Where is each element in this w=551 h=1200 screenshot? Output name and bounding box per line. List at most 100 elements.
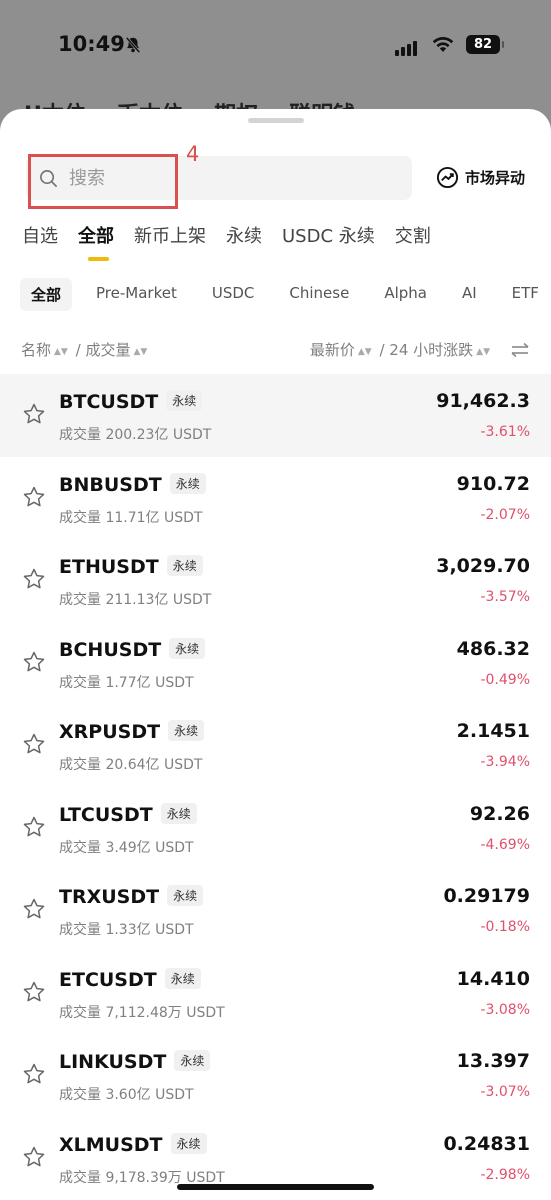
- swap-columns-icon[interactable]: [510, 342, 530, 358]
- star-icon[interactable]: [22, 1145, 46, 1169]
- last-price: 0.29179: [443, 885, 530, 907]
- volume-text: 成交量 3.60亿 USDT: [59, 1087, 194, 1103]
- wifi-icon: [432, 37, 454, 52]
- tab-new-listings[interactable]: 新币上架: [134, 222, 206, 248]
- volume-text: 成交量 1.77亿 USDT: [59, 674, 194, 691]
- star-icon[interactable]: [22, 1062, 46, 1086]
- symbol-text: BNBUSDT: [59, 473, 162, 496]
- star-icon[interactable]: [22, 567, 46, 591]
- column-separator: /: [379, 341, 385, 359]
- sort-name-header[interactable]: 名称: [21, 341, 51, 359]
- star-icon[interactable]: [22, 485, 46, 509]
- volume-text: 成交量 20.64亿 USDT: [59, 757, 203, 773]
- change-percent: -3.57%: [480, 589, 530, 605]
- tab-perpetual[interactable]: 永续: [226, 222, 262, 248]
- last-price: 3,029.70: [436, 555, 530, 577]
- volume-text: 成交量 11.71亿 USDT: [59, 509, 203, 526]
- star-icon[interactable]: [22, 897, 46, 921]
- market-row[interactable]: LINKUSDT 永续 成交量 3.60亿 USDT 13.397 -3.07%: [0, 1034, 551, 1117]
- symbol-name: BTCUSDT 永续: [59, 390, 203, 413]
- star-icon[interactable]: [22, 732, 46, 756]
- perpetual-badge: 永续: [168, 720, 205, 741]
- star-icon[interactable]: [22, 980, 46, 1004]
- market-row[interactable]: LTCUSDT 永续 成交量 3.49亿 USDT 92.26 -4.69%: [0, 787, 551, 870]
- symbol-text: ETHUSDT: [59, 556, 159, 578]
- change-percent: -0.49%: [480, 671, 530, 688]
- chip-ai[interactable]: AI: [451, 278, 488, 311]
- last-price: 13.397: [456, 1050, 530, 1072]
- symbol-name: BCHUSDT 永续: [59, 637, 206, 661]
- star-icon[interactable]: [22, 402, 46, 426]
- chip-pre-market[interactable]: Pre-Market: [85, 278, 188, 311]
- market-row[interactable]: XRPUSDT 永续 成交量 20.64亿 USDT 2.1451 -3.94%: [0, 704, 551, 787]
- market-row[interactable]: BTCUSDT 永续 成交量 200.23亿 USDT 91,462.3 -3.6…: [0, 374, 551, 457]
- tab-all[interactable]: 全部: [78, 222, 114, 261]
- chip-etf[interactable]: ETF: [501, 278, 550, 311]
- chip-chinese[interactable]: Chinese: [278, 278, 360, 311]
- chip-alpha[interactable]: Alpha: [373, 278, 438, 311]
- symbol-name: XLMUSDT 永续: [59, 1132, 207, 1156]
- perpetual-badge: 永续: [164, 967, 201, 989]
- status-bar: 10:49 82: [0, 0, 551, 90]
- sort-change-header[interactable]: 24 小时涨跌: [389, 341, 473, 359]
- symbol-name: LINKUSDT 永续: [59, 1050, 211, 1073]
- tab-delivery[interactable]: 交割: [395, 222, 431, 248]
- cellular-signal-icon: [395, 37, 419, 56]
- market-list: BTCUSDT 永续 成交量 200.23亿 USDT 91,462.3 -3.6…: [0, 374, 551, 1199]
- bell-muted-icon: [125, 36, 141, 54]
- volume-text: 成交量 7,112.48万 USDT: [59, 1004, 225, 1021]
- perpetual-badge: 永续: [166, 555, 203, 576]
- last-price: 14.410: [456, 967, 530, 990]
- category-tabs: 自选 全部 新币上架 永续 USDC 永续 交割: [22, 222, 451, 261]
- symbol-text: LINKUSDT: [59, 1051, 167, 1073]
- star-icon[interactable]: [22, 650, 46, 674]
- sort-arrows-icon: ▲▼: [476, 347, 490, 357]
- market-sheet: 4 市场异动 自选 全部 新币上架 永续 USDC 永续 交割 全部 Pre-M…: [0, 109, 551, 1200]
- star-icon[interactable]: [22, 815, 46, 839]
- symbol-name: ETCUSDT 永续: [59, 967, 201, 991]
- tab-usdc-perpetual[interactable]: USDC 永续: [282, 222, 375, 248]
- market-row[interactable]: ETHUSDT 永续 成交量 211.13亿 USDT 3,029.70 -3.5…: [0, 539, 551, 622]
- market-row[interactable]: TRXUSDT 永续 成交量 1.33亿 USDT 0.29179 -0.18%: [0, 869, 551, 952]
- last-price: 2.1451: [456, 720, 530, 742]
- change-percent: -2.98%: [480, 1166, 530, 1183]
- column-separator: /: [75, 341, 81, 359]
- perpetual-badge: 永续: [174, 1050, 211, 1071]
- sort-volume-header[interactable]: 成交量: [85, 341, 130, 359]
- market-row[interactable]: BCHUSDT 永续 成交量 1.77亿 USDT 486.32 -0.49%: [0, 622, 551, 705]
- symbol-text: LTCUSDT: [59, 803, 153, 826]
- perpetual-badge: 永续: [170, 1132, 207, 1154]
- battery-indicator: 82: [466, 35, 504, 54]
- status-time: 10:49: [58, 32, 125, 56]
- annotation-box: [28, 154, 178, 209]
- annotation-number: 4: [186, 142, 200, 166]
- market-movers-button[interactable]: 市场异动: [436, 166, 525, 189]
- sheet-grabber[interactable]: [248, 118, 304, 123]
- symbol-text: TRXUSDT: [59, 886, 160, 908]
- column-header: 名称 ▲▼ / 成交量 ▲▼ 最新价 ▲▼ / 24 小时涨跌 ▲▼: [0, 339, 551, 363]
- symbol-name: ETHUSDT 永续: [59, 555, 203, 578]
- market-row[interactable]: BNBUSDT 永续 成交量 11.71亿 USDT 910.72 -2.07%: [0, 457, 551, 540]
- change-percent: -4.69%: [480, 836, 530, 853]
- sort-price-header[interactable]: 最新价: [310, 341, 355, 359]
- perpetual-badge: 永续: [169, 637, 206, 659]
- change-percent: -3.07%: [480, 1084, 530, 1100]
- last-price: 486.32: [456, 637, 530, 660]
- symbol-text: BTCUSDT: [59, 391, 159, 413]
- sort-arrows-icon: ▲▼: [357, 347, 372, 357]
- symbol-text: ETCUSDT: [59, 968, 157, 991]
- market-row[interactable]: ETCUSDT 永续 成交量 7,112.48万 USDT 14.410 -3.0…: [0, 952, 551, 1035]
- change-percent: -2.07%: [480, 506, 530, 523]
- chip-all[interactable]: 全部: [20, 278, 73, 311]
- perpetual-badge: 永续: [167, 885, 204, 906]
- symbol-name: BNBUSDT 永续: [59, 472, 206, 496]
- change-percent: -3.94%: [480, 754, 530, 770]
- tab-watchlist[interactable]: 自选: [22, 222, 58, 248]
- chip-usdc[interactable]: USDC: [201, 278, 266, 311]
- perpetual-badge: 永续: [166, 390, 203, 411]
- symbol-name: LTCUSDT 永续: [59, 802, 197, 826]
- change-percent: -3.61%: [480, 424, 530, 440]
- last-price: 92.26: [469, 802, 530, 825]
- symbol-text: BCHUSDT: [59, 638, 162, 661]
- home-indicator[interactable]: [177, 1184, 374, 1190]
